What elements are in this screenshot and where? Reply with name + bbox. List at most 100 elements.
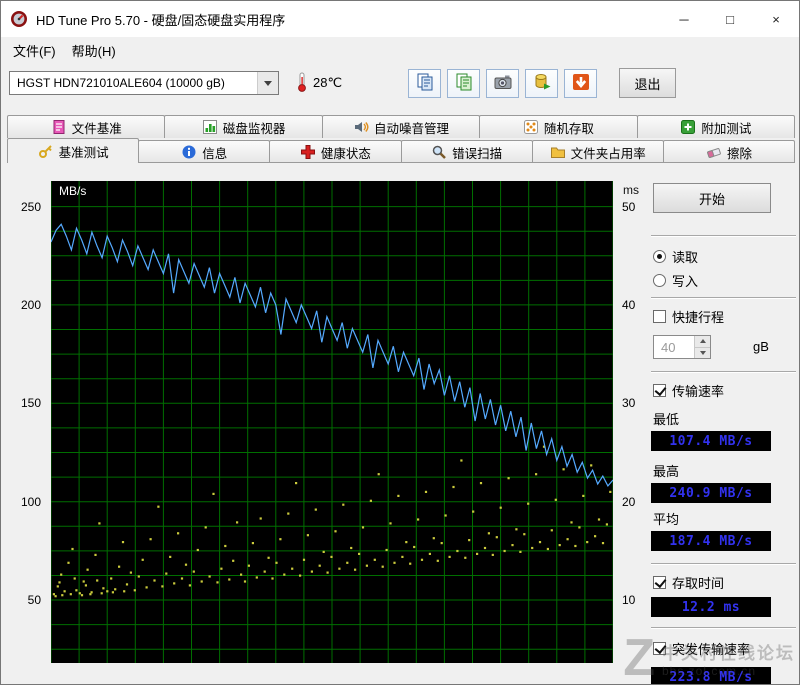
tab-benchmark[interactable]: 基准测试 (7, 138, 139, 163)
burst-rate-checkbox[interactable] (653, 642, 666, 655)
tab-noise-management[interactable]: 自动噪音管理 (322, 115, 480, 138)
access-time-value: 12.2 ms (651, 597, 771, 617)
camera-icon (493, 72, 513, 95)
benchmark-plot-svg (51, 181, 613, 663)
close-button[interactable]: × (753, 1, 799, 37)
chevron-down-icon[interactable] (257, 72, 278, 94)
tab-label: 信息 (202, 143, 227, 162)
access-time-row[interactable]: 存取时间 (653, 573, 724, 592)
export-icon (532, 72, 552, 95)
toolbar-buttons (408, 69, 597, 98)
max-label: 最高 (653, 461, 679, 480)
burst-rate-label: 突发传输速率 (672, 639, 750, 658)
min-label: 最低 (653, 409, 679, 428)
read-radio-label: 读取 (672, 247, 698, 266)
stepper-down-icon[interactable] (695, 347, 710, 359)
access-time-checkbox[interactable] (653, 576, 666, 589)
axis-tick-label: 50 (28, 593, 41, 607)
tab-file-benchmark[interactable]: 文件基准 (7, 115, 165, 138)
write-radio[interactable] (653, 274, 666, 287)
short-stroke-label: 快捷行程 (672, 307, 724, 326)
maximize-button[interactable]: □ (707, 1, 753, 37)
transfer-rate-checkbox[interactable] (653, 384, 666, 397)
short-stroke-unit: gB (753, 339, 769, 354)
write-radio-row[interactable]: 写入 (653, 271, 698, 290)
tab-label: 磁盘监视器 (223, 118, 286, 137)
copy-file-icon (454, 72, 474, 95)
axis-tick-label: 20 (622, 495, 635, 509)
axis-tick-label: 100 (21, 495, 41, 509)
copy-clipboard-icon (415, 72, 435, 95)
export-button[interactable] (525, 69, 558, 98)
random-access-icon (523, 119, 539, 135)
stepper-up-icon[interactable] (695, 336, 710, 347)
left-axis-unit: MB/s (59, 184, 86, 198)
tab-label: 健康状态 (321, 143, 371, 162)
window-title: HD Tune Pro 5.70 - 硬盘/固态硬盘实用程序 (36, 10, 661, 29)
error-scan-icon (431, 144, 447, 160)
screenshot-button[interactable] (486, 69, 519, 98)
short-stroke-checkbox[interactable] (653, 310, 666, 323)
read-radio[interactable] (653, 250, 666, 263)
file-benchmark-icon (51, 119, 67, 135)
menu-file[interactable]: 文件(F) (5, 38, 64, 63)
axis-tick-label: 30 (622, 396, 635, 410)
tab-label: 文件基准 (72, 118, 122, 137)
hd-tune-window: HD Tune Pro 5.70 - 硬盘/固态硬盘实用程序 ─ □ × 文件(… (0, 0, 800, 685)
transfer-rate-row[interactable]: 传输速率 (653, 381, 724, 400)
right-axis-ticks: 5040302010 (617, 181, 645, 663)
tab-label: 附加测试 (701, 118, 751, 137)
write-radio-label: 写入 (672, 271, 698, 290)
tab-label: 错误扫描 (452, 143, 502, 162)
tab-row-front: 基准测试 信息 健康状态 (7, 138, 795, 163)
tab-label: 文件夹占用率 (571, 143, 646, 162)
update-icon (571, 72, 591, 95)
tab-extra-tests[interactable]: 附加测试 (637, 115, 795, 138)
stepper-buttons (694, 336, 710, 358)
burst-rate-row[interactable]: 突发传输速率 (653, 639, 750, 658)
info-icon (181, 144, 197, 160)
tab-control: 文件基准 磁盘监视器 (7, 114, 795, 163)
tab-folder-usage[interactable]: 文件夹占用率 (532, 140, 664, 163)
temperature-value: 28℃ (313, 75, 342, 91)
drive-select-value: HGST HDN721010ALE604 (10000 gB) (10, 76, 257, 90)
tab-erase[interactable]: 擦除 (663, 140, 795, 163)
short-stroke-value[interactable]: 40 (654, 336, 694, 358)
axis-tick-label: 40 (622, 298, 635, 312)
tab-label: 擦除 (727, 143, 752, 162)
temperature-indicator: 28℃ (295, 72, 342, 95)
menu-help[interactable]: 帮助(H) (64, 38, 124, 63)
drive-select[interactable]: HGST HDN721010ALE604 (10000 gB) (9, 71, 279, 95)
separator (651, 297, 796, 299)
tab-label: 随机存取 (544, 118, 594, 137)
tab-disk-monitor[interactable]: 磁盘监视器 (164, 115, 322, 138)
minimize-button[interactable]: ─ (661, 1, 707, 37)
titlebar: HD Tune Pro 5.70 - 硬盘/固态硬盘实用程序 ─ □ × (1, 1, 799, 38)
short-stroke-stepper[interactable]: 40 (653, 335, 711, 359)
menubar: 文件(F) 帮助(H) (1, 38, 799, 62)
tab-health[interactable]: 健康状态 (269, 140, 401, 163)
read-radio-row[interactable]: 读取 (653, 247, 698, 266)
control-panel: 开始 读取 写入 快捷行程 40 gB 传输速率 最低 10 (651, 177, 797, 685)
axis-tick-label: 150 (21, 396, 41, 410)
benchmark-chart-area: 25020015010050 5040302010 ms MB/s (9, 177, 645, 677)
right-axis-unit: ms (623, 183, 639, 197)
folder-usage-icon (550, 144, 566, 160)
avg-label: 平均 (653, 509, 679, 528)
tab-info[interactable]: 信息 (138, 140, 270, 163)
exit-button[interactable]: 退出 (619, 68, 676, 98)
axis-tick-label: 50 (622, 200, 635, 214)
copy-clipboard-button[interactable] (408, 69, 441, 98)
update-button[interactable] (564, 69, 597, 98)
tab-label: 基准测试 (59, 142, 109, 161)
benchmark-plot: MB/s (51, 181, 613, 663)
tab-random-access[interactable]: 随机存取 (479, 115, 637, 138)
min-value: 107.4 MB/s (651, 431, 771, 451)
tab-error-scan[interactable]: 错误扫描 (401, 140, 533, 163)
axis-tick-label: 200 (21, 298, 41, 312)
health-icon (300, 144, 316, 160)
tab-row-back: 文件基准 磁盘监视器 (7, 114, 795, 138)
copy-file-button[interactable] (447, 69, 480, 98)
short-stroke-row[interactable]: 快捷行程 (653, 307, 724, 326)
start-button[interactable]: 开始 (653, 183, 771, 213)
